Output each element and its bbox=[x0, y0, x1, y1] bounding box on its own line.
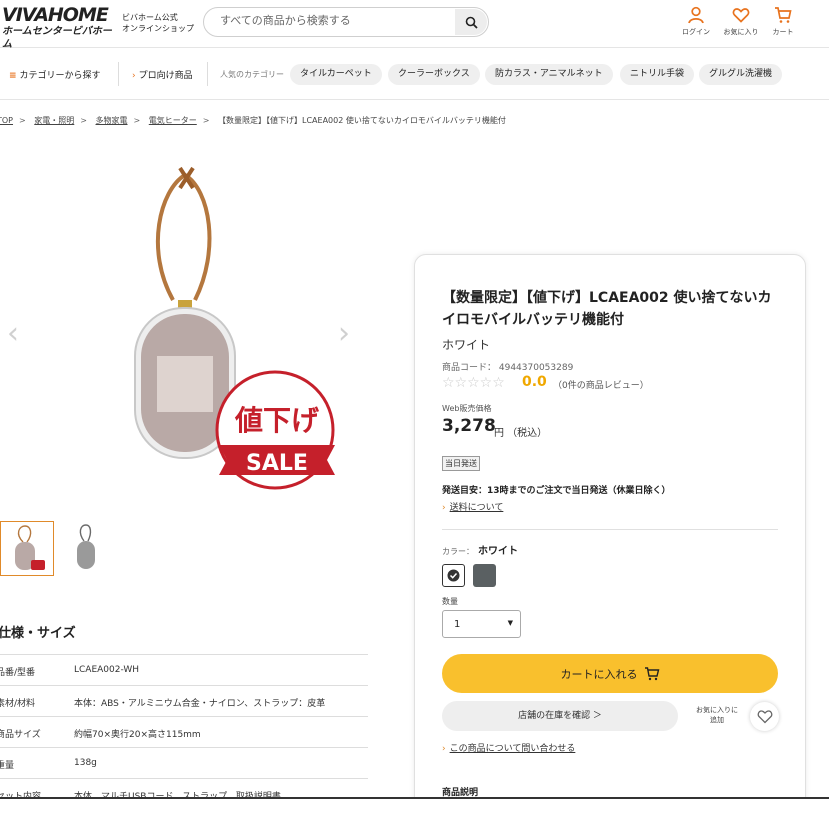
cart-icon bbox=[644, 667, 659, 681]
chevron-right-icon: › bbox=[442, 503, 446, 513]
rating-stars-icon: ☆☆☆☆☆ bbox=[442, 375, 505, 391]
breadcrumb-home-appliances[interactable]: 多物家電 bbox=[96, 116, 128, 125]
pro-products-link[interactable]: › プロ向け商品 bbox=[132, 68, 193, 81]
shipping-note: 発送目安：13時までのご注文で当日発送（休業日除く） bbox=[442, 486, 671, 496]
store-stock-button[interactable]: 店舗の在庫を確認 ＞ bbox=[442, 701, 678, 731]
chip-washing-machine[interactable]: グルグル洗濯機 bbox=[699, 64, 783, 85]
category-nav: ≡ カテゴリーから探す › プロ向け商品 人気のカテゴリー タイルカーペット クーラ… bbox=[0, 48, 829, 100]
product-variant: ホワイト bbox=[442, 338, 491, 352]
spec-row: 商品サイズ 約幅70×奥行20×高さ115mm bbox=[0, 716, 368, 747]
chevron-right-icon: › bbox=[132, 71, 136, 81]
cart-link[interactable]: カート bbox=[760, 6, 806, 37]
heart-icon bbox=[757, 710, 772, 724]
review-count[interactable]: （0件の商品レビュー） bbox=[553, 378, 649, 391]
chip-tile-carpet[interactable]: タイルカーペット bbox=[290, 64, 382, 85]
nav-divider bbox=[207, 62, 208, 86]
chevron-right-icon: › bbox=[442, 744, 446, 754]
logo-wordmark: VIVAHOME bbox=[2, 4, 109, 26]
color-swatch-gray[interactable] bbox=[473, 564, 496, 587]
thumbnail-1[interactable] bbox=[0, 521, 54, 576]
price-value: 3,278 bbox=[442, 416, 496, 436]
chip-crow-net[interactable]: 防カラス・アニマルネット bbox=[485, 64, 613, 85]
category-menu-button[interactable]: ≡ カテゴリーから探す bbox=[9, 68, 101, 81]
chip-cooler-box[interactable]: クーラーボックス bbox=[388, 64, 480, 85]
popular-category-label: 人気のカテゴリー bbox=[220, 70, 284, 79]
heart-icon bbox=[732, 8, 750, 23]
caret-down-icon: ▼ bbox=[507, 619, 513, 627]
chip-nitrile-gloves[interactable]: ニトリル手袋 bbox=[620, 64, 695, 85]
breadcrumb-appliances[interactable]: 家電・照明 bbox=[34, 116, 74, 125]
quantity-label: 数量 bbox=[442, 597, 458, 606]
spec-row: 品番/型番 LCAEA002-WH bbox=[0, 654, 368, 685]
cart-icon bbox=[775, 7, 792, 23]
price-label: Web販売価格 bbox=[442, 404, 492, 413]
same-day-badge: 当日発送 bbox=[442, 456, 480, 471]
spec-row: 素材/材料 本体：ABS・アルミニウム合金・ナイロン、ストラップ：皮革 bbox=[0, 685, 368, 716]
sale-badge-text: 値下げ bbox=[234, 404, 320, 437]
page-bottom-edge bbox=[0, 797, 829, 821]
color-swatch-white[interactable] bbox=[442, 564, 465, 587]
price-unit: 円 （税込） bbox=[494, 428, 548, 439]
spec-table: 品番/型番 LCAEA002-WH 素材/材料 本体：ABS・アルミニウム合金・ナイ… bbox=[0, 654, 368, 809]
nav-divider bbox=[118, 62, 119, 86]
user-icon bbox=[688, 6, 704, 24]
favorites-link[interactable]: お気に入り bbox=[718, 6, 764, 37]
spec-section-title: 仕様・サイズ bbox=[0, 626, 76, 641]
breadcrumb-heaters[interactable]: 電気ヒーター bbox=[149, 116, 197, 125]
shipping-fee-link[interactable]: › 送料について bbox=[442, 500, 503, 513]
breadcrumb-current: 【数量限定】【値下げ】LCAEA002 使い捨てないカイロモバイルバッテリ機能付 bbox=[218, 116, 506, 125]
divider bbox=[442, 529, 778, 530]
menu-icon: ≡ bbox=[9, 71, 17, 81]
gallery-prev-button[interactable]: ‹ bbox=[7, 316, 19, 351]
color-label: カラー： ホワイト bbox=[442, 546, 518, 557]
breadcrumb-top[interactable]: TOP bbox=[0, 116, 13, 125]
product-image: 値下げ SALE bbox=[134, 166, 335, 490]
product-title: 【数量限定】【値下げ】LCAEA002 使い捨てないカイロモバイルバッテリ機能付 bbox=[442, 290, 772, 328]
breadcrumb: TOP> 家電・照明> 多物家電> 電気ヒーター> 【数量限定】【値下げ】LCA… bbox=[0, 115, 506, 126]
brand-subtitle: ビバホーム公式 オンラインショップ bbox=[122, 13, 194, 33]
site-header: VIVAHOME ホームセンタービバホーム ビバホーム公式 オンラインショップ … bbox=[0, 0, 829, 51]
favorite-label: お気に入りに 追加 bbox=[696, 706, 738, 724]
sale-ribbon-text: SALE bbox=[246, 451, 308, 476]
product-code: 商品コード： 4944370053289 bbox=[442, 363, 574, 373]
thumbnail-2[interactable] bbox=[60, 521, 114, 576]
add-to-cart-button[interactable]: カートに入れる bbox=[442, 654, 778, 693]
search-input[interactable] bbox=[220, 14, 450, 27]
search-icon bbox=[465, 16, 478, 29]
purchase-card: 【数量限定】【値下げ】LCAEA002 使い捨てないカイロモバイルバッテリ機能付… bbox=[414, 254, 806, 821]
rating-value: 0.0 bbox=[522, 374, 547, 390]
product-inquiry-link[interactable]: › この商品について問い合わせる bbox=[442, 741, 575, 754]
search-button[interactable] bbox=[455, 9, 487, 35]
search-box bbox=[203, 7, 489, 37]
vivahome-logo[interactable]: VIVAHOME ホームセンタービバホーム bbox=[2, 4, 114, 51]
login-link[interactable]: ログイン bbox=[673, 6, 719, 37]
quantity-select[interactable]: 1 ▼ bbox=[442, 610, 521, 638]
favorite-button[interactable] bbox=[750, 702, 779, 731]
spec-row: 重量 138g bbox=[0, 747, 368, 778]
